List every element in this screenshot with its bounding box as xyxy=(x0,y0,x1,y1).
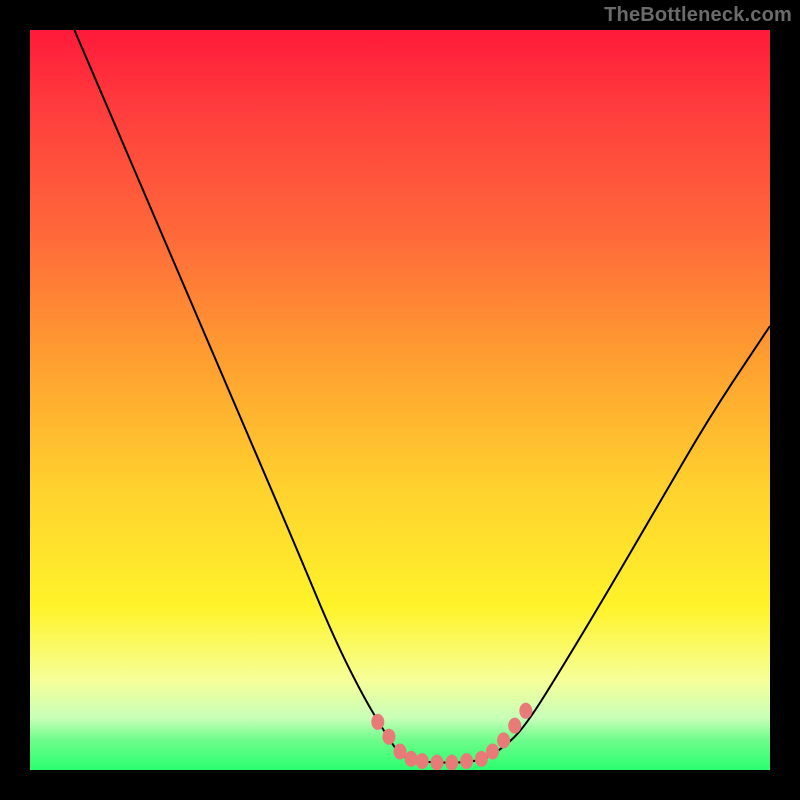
chart-frame: TheBottleneck.com xyxy=(0,0,800,800)
watermark-label: TheBottleneck.com xyxy=(604,4,792,27)
heat-gradient xyxy=(30,30,770,770)
plot-area xyxy=(30,30,770,770)
